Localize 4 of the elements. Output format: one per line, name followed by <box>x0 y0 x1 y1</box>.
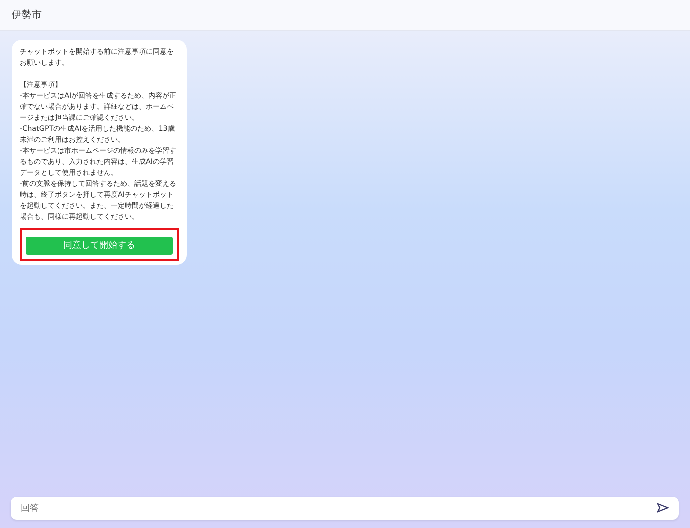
agree-button[interactable]: 同意して開始する <box>25 236 174 256</box>
message-input[interactable]: 回答 <box>11 497 679 520</box>
window-title: 伊勢市 <box>12 8 42 22</box>
send-icon[interactable] <box>657 503 669 513</box>
